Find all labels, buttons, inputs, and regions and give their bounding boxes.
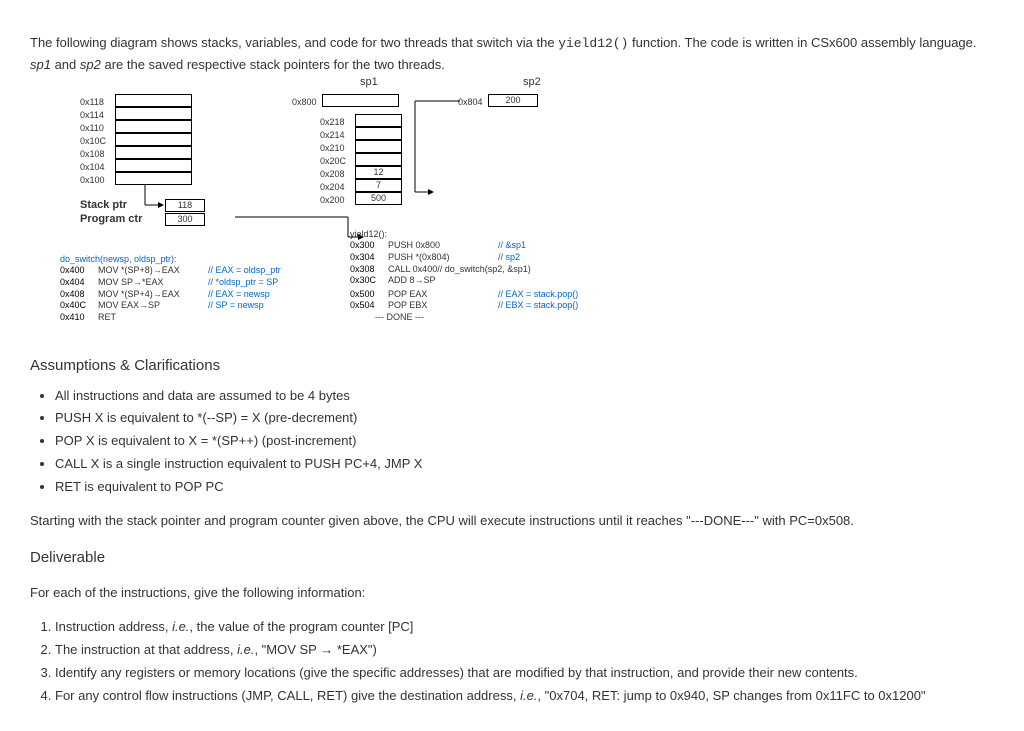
code-row: 0x304PUSH *(0x804)// sp2 [350,252,610,264]
code-row: 0x400MOV *(SP+8)→EAX// EAX = oldsp_ptr [60,265,320,277]
deliverable-intro: For each of the instructions, give the f… [30,583,994,604]
assumption-item: CALL X is a single instruction equivalen… [55,454,994,475]
deliverable-item: Instruction address, i.e., the value of … [55,617,994,638]
intro-paragraph: The following diagram shows stacks, vari… [30,33,994,76]
sp2-addr: 0x804 [458,95,483,109]
intro-sp1: sp1 [30,57,51,72]
code-row: 0x40CMOV EAX→SP// SP = newsp [60,300,320,312]
code-row: 0x404MOV SP→*EAX// *oldsp_ptr = SP [60,277,320,289]
code-row: 0x504POP EBX// EBX = stack.pop() [350,300,610,312]
starting-text: Starting with the stack pointer and prog… [30,511,994,532]
left-cell [115,107,192,120]
program-ctr-label: Program ctr [80,211,142,229]
mid-cell [355,153,402,166]
sp1-label: sp1 [360,74,378,92]
deliverable-list: Instruction address, i.e., the value of … [30,617,994,706]
assumption-item: POP X is equivalent to X = *(SP++) (post… [55,431,994,452]
yield12-code: yield12(): 0x300PUSH 0x800// &sp10x304PU… [350,229,610,287]
mid-cell: 12 [355,166,402,179]
mid-cell [355,140,402,153]
left-cell [115,133,192,146]
intro-code: yield12() [558,36,628,51]
left-cell [115,146,192,159]
deliverable-item: For any control flow instructions (JMP, … [55,686,994,707]
left-cell [115,94,192,107]
pops-code: 0x500POP EAX// EAX = stack.pop()0x504POP… [350,289,610,324]
do-switch-code: do_switch(newsp, oldsp_ptr): 0x400MOV *(… [60,254,320,324]
intro-sp2: sp2 [80,57,101,72]
code-row: 0x500POP EAX// EAX = stack.pop() [350,289,610,301]
left-cell [115,120,192,133]
diagram: sp1 sp2 0x800 0x804 200 0x1180x1140x1100… [60,89,960,339]
code-row: 0x410RET [60,312,320,324]
sp1-box [322,94,399,107]
do-switch-sig: do_switch(newsp, oldsp_ptr): [60,254,320,266]
deliverable-item: Identify any registers or memory locatio… [55,663,994,684]
left-addr: 0x100 [80,173,105,187]
code-row: 0x300PUSH 0x800// &sp1 [350,240,610,252]
left-cell [115,159,192,172]
code-row: 0x308CALL 0x400// do_switch(sp2, &sp1) [350,264,610,276]
mid-cell: 500 [355,192,402,205]
mid-cell [355,114,402,127]
assumptions-heading: Assumptions & Clarifications [30,354,994,378]
yield12-sig: yield12(): [350,229,610,241]
deliverable-item: The instruction at that address, i.e., "… [55,640,994,661]
code-row: 0x408MOV *(SP+4)→EAX// EAX = newsp [60,289,320,301]
code-row: 0x30CADD 8→SP [350,275,610,287]
sp1-addr: 0x800 [292,95,317,109]
intro-text-a: The following diagram shows stacks, vari… [30,35,558,50]
assumptions-list: All instructions and data are assumed to… [30,386,994,498]
assumption-item: PUSH X is equivalent to *(--SP) = X (pre… [55,408,994,429]
assumption-item: RET is equivalent to POP PC [55,477,994,498]
sp2-box: 200 [488,94,538,107]
sp2-label: sp2 [523,74,541,92]
mid-cell: 7 [355,179,402,192]
intro-text-c: and [51,57,80,72]
mid-addr: 0x200 [320,193,345,207]
done-marker: --- DONE --- [375,312,610,324]
left-cell [115,172,192,185]
intro-text-d: are the saved respective stack pointers … [101,57,445,72]
mid-cell [355,127,402,140]
assumption-item: All instructions and data are assumed to… [55,386,994,407]
program-ctr-box: 300 [165,213,205,226]
stack-ptr-box: 118 [165,199,205,212]
deliverable-heading: Deliverable [30,546,994,570]
intro-text-b: function. The code is written in CSx600 … [628,35,976,50]
